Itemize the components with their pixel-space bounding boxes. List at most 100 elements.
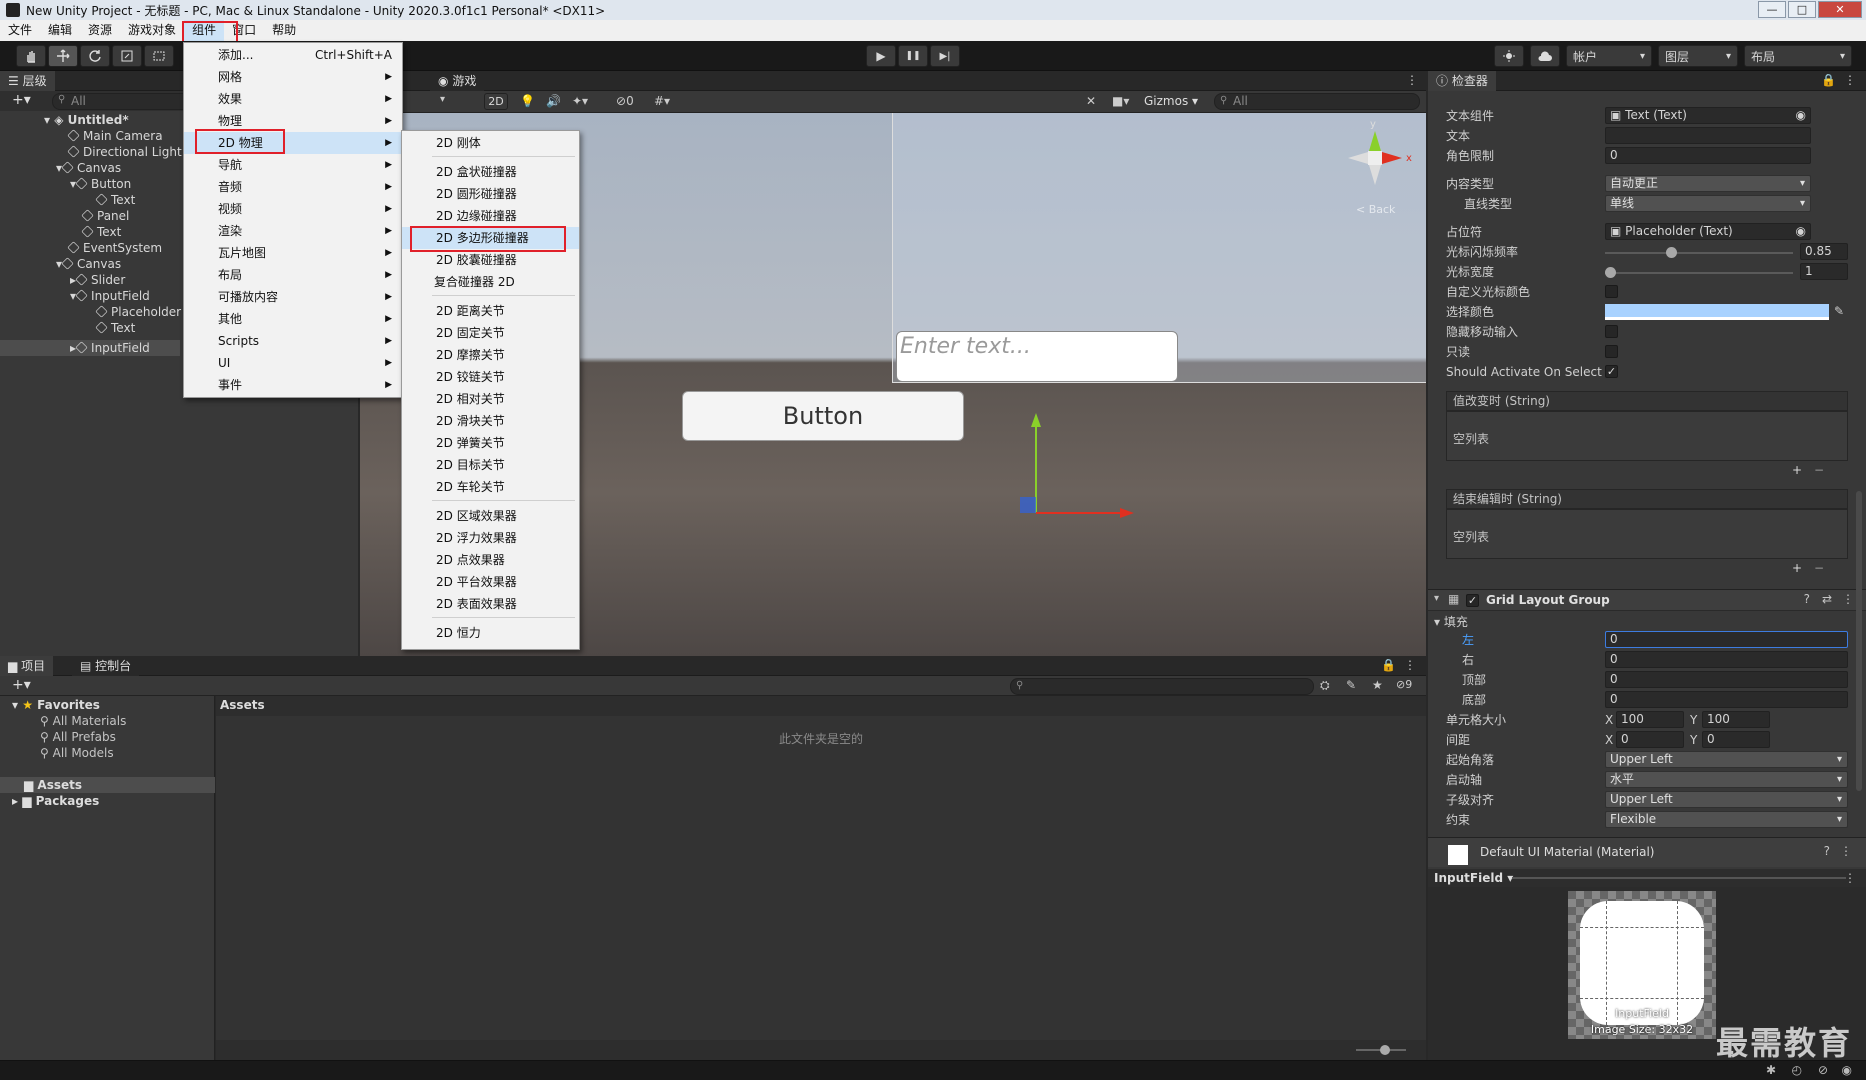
minimize-button[interactable]: — (1758, 1, 1786, 18)
project-search-input[interactable] (1010, 678, 1314, 695)
menu-window[interactable]: 窗口 (224, 20, 264, 41)
padding-left-field[interactable]: 0 (1605, 631, 1848, 648)
draw-mode-dropdown[interactable]: ▾ (440, 94, 445, 105)
scene-search-input[interactable]: All (1214, 93, 1420, 110)
caret-blink-slider-handle[interactable] (1666, 247, 1678, 258)
menu-item-rendering[interactable]: 渲染 ▶ (184, 220, 402, 242)
filter-label-icon[interactable]: ✎ (1346, 678, 1356, 692)
layout-dropdown[interactable]: 布局 ▾ (1744, 45, 1852, 67)
menu-item-physics2d[interactable]: 2D 物理 ▶ (184, 132, 402, 154)
hierarchy-item[interactable]: Main Camera (67, 128, 163, 144)
assets-folder[interactable]: ▆ Assets (24, 778, 82, 792)
content-type-dropdown[interactable]: 自动更正 (1605, 175, 1811, 192)
activate-on-select-checkbox[interactable]: ✓ (1605, 365, 1618, 378)
placeholder-field[interactable]: ▣ Placeholder (Text) ◉ (1605, 223, 1811, 240)
eyedropper-icon[interactable]: ✎ (1834, 304, 1844, 318)
collab-button[interactable] (1494, 45, 1524, 67)
menu-item-mesh[interactable]: 网格 ▶ (184, 66, 402, 88)
hierarchy-item[interactable]: Text (95, 192, 135, 208)
rotate-tool-button[interactable] (80, 45, 110, 67)
text-component-field[interactable]: ▣ Text (Text) ◉ (1605, 107, 1811, 124)
hierarchy-item[interactable]: ▾ Button (70, 176, 131, 192)
caret-width-field[interactable]: 1 (1800, 263, 1848, 280)
move-gizmo-icon[interactable] (1000, 413, 1140, 533)
hierarchy-item[interactable]: Placeholder (95, 304, 181, 320)
padding-top-field[interactable]: 0 (1605, 671, 1848, 688)
text-field[interactable] (1605, 127, 1811, 144)
filter-type-icon[interactable]: ⛭ (1320, 678, 1330, 693)
menu-gameobject[interactable]: 游戏对象 (120, 20, 184, 41)
tab-project[interactable]: ▆ 项目 (0, 656, 54, 676)
create-asset-button[interactable]: +▾ (12, 677, 31, 693)
hierarchy-item[interactable]: Directional Light (67, 144, 182, 160)
move-tool-button[interactable] (48, 45, 78, 67)
notification-icon[interactable]: ◉ (1842, 1063, 1852, 1077)
line-type-dropdown[interactable]: 单线 (1605, 195, 1811, 212)
more-options-icon[interactable]: ⋮ (1404, 658, 1416, 672)
more-options-icon[interactable]: ⋮ (1844, 871, 1856, 885)
child-alignment-dropdown[interactable]: Upper Left (1605, 791, 1848, 808)
object-picker-icon[interactable]: ◉ (1796, 224, 1806, 239)
hierarchy-item[interactable]: ▾ InputField (70, 288, 150, 304)
spacing-y-field[interactable]: 0 (1702, 731, 1770, 748)
more-options-icon[interactable]: ⋮ (1840, 844, 1852, 858)
more-options-icon[interactable]: ⋮ (1844, 73, 1856, 87)
caret-blink-slider-track[interactable] (1605, 252, 1793, 254)
caret-width-slider-handle[interactable] (1605, 267, 1616, 278)
menu-item-rigidbody2d[interactable]: 2D 刚体 (402, 132, 579, 154)
rect-tool-button[interactable] (144, 45, 174, 67)
menu-item-scripts[interactable]: Scripts ▶ (184, 330, 402, 352)
object-picker-icon[interactable]: ◉ (1796, 108, 1806, 123)
menu-item-fixed-joint2d[interactable]: 2D 固定关节 (402, 322, 579, 344)
packages-folder[interactable]: ▸ ▆ Packages (12, 794, 99, 808)
gizmos-dropdown[interactable]: Gizmos ▾ (1144, 94, 1198, 108)
material-header[interactable]: Default UI Material (Material) ? ⋮ (1428, 837, 1866, 867)
cloud-button[interactable] (1530, 45, 1560, 67)
menu-item-target-joint2d[interactable]: 2D 目标关节 (402, 454, 579, 476)
menu-help[interactable]: 帮助 (264, 20, 304, 41)
progress-icon[interactable]: ◴ (1792, 1063, 1802, 1077)
layers-dropdown[interactable]: 图层 ▾ (1658, 45, 1738, 67)
menu-item-box-collider2d[interactable]: 2D 盒状碰撞器 (402, 161, 579, 183)
menu-item-platform-effector2d[interactable]: 2D 平台效果器 (402, 571, 579, 593)
padding-bottom-field[interactable]: 0 (1605, 691, 1848, 708)
lock-icon[interactable]: 🔒 (1821, 73, 1836, 87)
menu-item-playables[interactable]: 可播放内容 ▶ (184, 286, 402, 308)
spacing-x-field[interactable]: 0 (1616, 731, 1684, 748)
padding-foldout[interactable]: ▾ 填充 (1434, 613, 1468, 631)
readonly-checkbox[interactable] (1605, 345, 1618, 358)
lighting-icon[interactable]: 💡 (520, 94, 535, 108)
bug-icon[interactable]: ✱ (1766, 1063, 1776, 1077)
preview-dropdown[interactable]: InputField ▾ (1434, 871, 1513, 885)
hierarchy-item[interactable]: Panel (81, 208, 129, 224)
menu-item-friction-joint2d[interactable]: 2D 摩擦关节 (402, 344, 579, 366)
button-preview[interactable]: Button (682, 391, 964, 441)
constraint-dropdown[interactable]: Flexible (1605, 811, 1848, 828)
menu-item-point-effector2d[interactable]: 2D 点效果器 (402, 549, 579, 571)
add-icon[interactable]: +▾ (12, 92, 31, 108)
menu-item-add[interactable]: 添加... Ctrl+Shift+A (184, 44, 402, 66)
preview-resize-bar[interactable] (1512, 877, 1846, 879)
menu-item-area-effector2d[interactable]: 2D 区域效果器 (402, 505, 579, 527)
icon-size-slider-handle[interactable] (1380, 1045, 1390, 1055)
remove-listener-button[interactable]: − (1814, 561, 1824, 575)
close-button[interactable]: ✕ (1818, 1, 1862, 18)
menu-item-slider-joint2d[interactable]: 2D 滑块关节 (402, 410, 579, 432)
grid-icon[interactable]: #▾ (654, 94, 670, 108)
menu-item-composite-collider2d[interactable]: 复合碰撞器 2D (402, 271, 579, 293)
menu-edit[interactable]: 编辑 (40, 20, 80, 41)
menu-item-wheel-joint2d[interactable]: 2D 车轮关节 (402, 476, 579, 498)
menu-file[interactable]: 文件 (0, 20, 40, 41)
menu-item-edge-collider2d[interactable]: 2D 边缘碰撞器 (402, 205, 579, 227)
remove-listener-button[interactable]: − (1814, 463, 1824, 477)
menu-item-event[interactable]: 事件 ▶ (184, 374, 402, 396)
caret-blink-field[interactable]: 0.85 (1800, 243, 1848, 260)
camera-icon[interactable]: ■▾ (1112, 94, 1129, 108)
menu-item-circle-collider2d[interactable]: 2D 圆形碰撞器 (402, 183, 579, 205)
menu-item-miscellaneous[interactable]: 其他 ▶ (184, 308, 402, 330)
tab-console[interactable]: ▤ 控制台 (72, 656, 140, 676)
start-corner-dropdown[interactable]: Upper Left (1605, 751, 1848, 768)
start-axis-dropdown[interactable]: 水平 (1605, 771, 1848, 788)
menu-item-tilemap[interactable]: 瓦片地图 ▶ (184, 242, 402, 264)
caret-width-slider-track[interactable] (1605, 272, 1793, 274)
